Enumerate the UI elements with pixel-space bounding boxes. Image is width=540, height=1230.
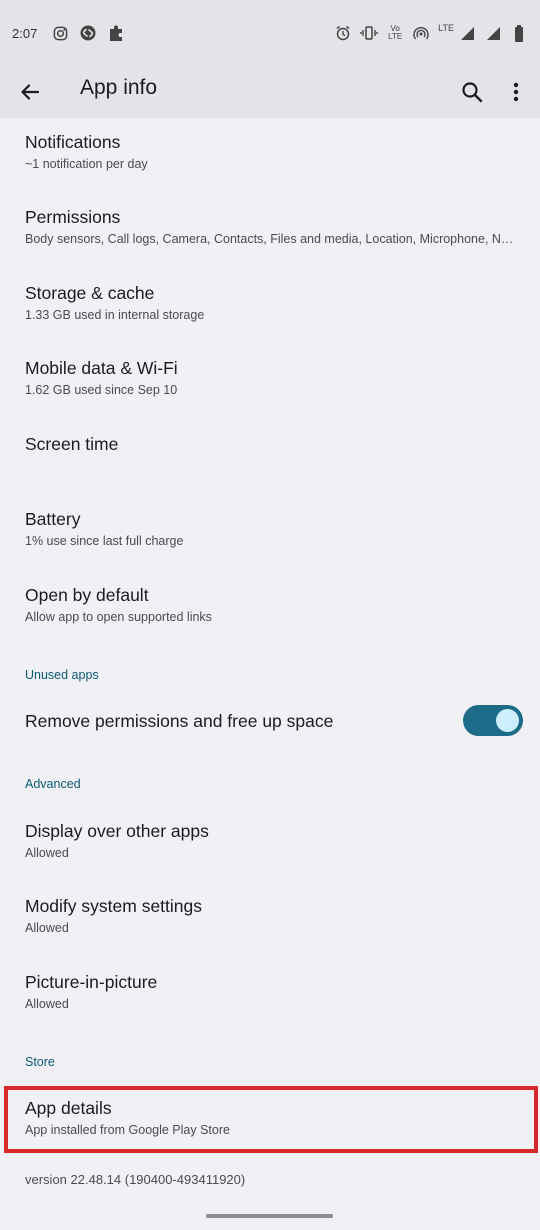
battery-item[interactable]: Battery 1% use since last full charge [0,509,540,548]
app-info-screen: 2:07 Vo LTE LTE App info Notifications ~… [0,0,540,1230]
search-button[interactable] [454,74,490,110]
item-title: Permissions [25,207,121,227]
item-subtitle: 1% use since last full charge [25,534,184,548]
volte-icon: Vo LTE [386,24,404,42]
item-title: Open by default [25,585,149,605]
puzzle-icon [107,24,125,42]
status-bar-right: Vo LTE LTE [334,23,528,42]
volte-label-bottom: LTE [388,32,403,41]
item-subtitle: Allowed [25,997,69,1011]
hotspot-icon [412,24,430,42]
item-title: Picture-in-picture [25,972,158,992]
mobile-data-item[interactable]: Mobile data & Wi-Fi 1.62 GB used since S… [0,358,540,397]
status-bar: 2:07 Vo LTE LTE [0,0,540,66]
toggle-knob [496,709,519,732]
item-title: Modify system settings [25,896,202,916]
page-title: App info [80,76,158,99]
item-title: Storage & cache [25,283,155,303]
section-header-unused-apps: Unused apps [25,668,99,682]
network-type-label: LTE [438,23,454,33]
search-icon [462,82,483,103]
item-title: Battery [25,509,81,529]
item-title: Screen time [25,434,119,454]
item-subtitle: ~1 notification per day [25,157,148,171]
gesture-nav-handle[interactable] [206,1214,333,1218]
shazam-icon [79,24,97,42]
remove-permissions-toggle[interactable] [463,705,523,736]
permissions-item[interactable]: Permissions Body sensors, Call logs, Cam… [0,207,540,246]
alarm-icon [334,24,352,42]
instagram-icon [51,24,69,42]
status-time: 2:07 [12,25,38,41]
item-title: Mobile data & Wi-Fi [25,358,178,378]
version-text: version 22.48.14 (190400-493411920) [25,1172,246,1187]
item-subtitle: 1.33 GB used in internal storage [25,308,205,322]
more-options-button[interactable] [500,74,532,110]
vibrate-icon [360,24,378,42]
battery-icon [510,24,528,42]
storage-cache-item[interactable]: Storage & cache 1.33 GB used in internal… [0,283,540,322]
section-header-advanced: Advanced [25,777,81,791]
open-by-default-item[interactable]: Open by default Allow app to open suppor… [0,585,540,624]
signal-icon [458,24,476,42]
item-title: Display over other apps [25,821,209,841]
more-vert-icon [513,82,519,102]
arrow-back-icon [21,84,40,100]
item-subtitle: Body sensors, Call logs, Camera, Contact… [25,232,517,246]
item-subtitle: Allowed [25,846,69,860]
signal-icon [484,24,502,42]
section-header-store: Store [25,1055,55,1069]
item-subtitle: Allow app to open supported links [25,610,212,624]
screen-time-item[interactable]: Screen time [0,434,540,455]
item-title: Notifications [25,132,121,152]
display-over-apps-item[interactable]: Display over other apps Allowed [0,821,540,860]
back-button[interactable] [12,74,48,110]
item-subtitle: 1.62 GB used since Sep 10 [25,383,178,397]
item-subtitle: Allowed [25,921,69,935]
picture-in-picture-item[interactable]: Picture-in-picture Allowed [0,972,540,1011]
app-bar: App info [0,66,540,118]
remove-permissions-item[interactable]: Remove permissions and free up space [0,711,540,732]
modify-system-settings-item[interactable]: Modify system settings Allowed [0,896,540,935]
status-bar-left: 2:07 [12,24,125,42]
notifications-item[interactable]: Notifications ~1 notification per day [0,132,540,171]
highlight-box [4,1086,538,1153]
